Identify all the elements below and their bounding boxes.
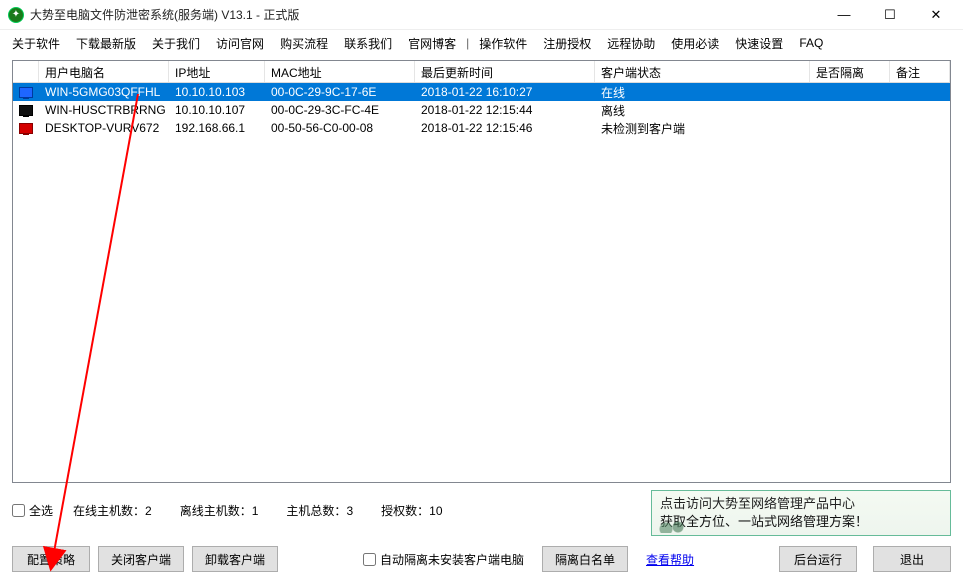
window-title: 大势至电脑文件防泄密系统(服务端) V13.1 - 正式版 xyxy=(30,6,821,23)
col-time[interactable]: 最后更新时间 xyxy=(415,61,595,82)
minimize-button[interactable]: — xyxy=(821,0,867,29)
menu-item[interactable]: 远程协助 xyxy=(599,32,663,55)
online-count: 在线主机数：2 xyxy=(73,502,152,519)
cell-mac: 00-0C-29-9C-17-6E xyxy=(265,84,415,100)
promo-line1: 点击访问大势至网络管理产品中心 xyxy=(660,495,942,513)
cell-name: WIN-5GMG03QFFHL xyxy=(39,84,169,100)
table-header: 用户电脑名 IP地址 MAC地址 最后更新时间 客户端状态 是否隔离 备注 xyxy=(13,61,950,83)
cell-status: 离线 xyxy=(595,101,810,120)
config-policy-button[interactable]: 配置策略 xyxy=(12,546,90,572)
menu-item[interactable]: 关于我们 xyxy=(144,32,208,55)
menu-item[interactable]: 购买流程 xyxy=(272,32,336,55)
select-all-input[interactable] xyxy=(12,504,25,517)
footer: 配置策略 关闭客户端 卸载客户端 自动隔离未安装客户端电脑 隔离白名单 查看帮助… xyxy=(12,544,951,574)
menu-item[interactable]: FAQ xyxy=(791,33,831,53)
menu-item[interactable]: 联系我们 xyxy=(336,32,400,55)
monitor-icon xyxy=(19,105,33,116)
col-isolation[interactable]: 是否隔离 xyxy=(810,61,890,82)
cell-isolation xyxy=(810,109,890,111)
menu-separator: | xyxy=(464,33,471,53)
col-status[interactable]: 客户端状态 xyxy=(595,61,810,82)
maximize-button[interactable]: ☐ xyxy=(867,0,913,29)
auto-isolate-label: 自动隔离未安装客户端电脑 xyxy=(380,551,524,568)
view-help-link[interactable]: 查看帮助 xyxy=(646,551,694,568)
promo-banner[interactable]: 点击访问大势至网络管理产品中心 获取全方位、一站式网络管理方案！ xyxy=(651,490,951,536)
col-note[interactable]: 备注 xyxy=(890,61,950,82)
cell-isolation xyxy=(810,127,890,129)
cell-ip: 192.168.66.1 xyxy=(169,120,265,136)
col-name[interactable]: 用户电脑名 xyxy=(39,61,169,82)
menu-item[interactable]: 官网博客 xyxy=(400,32,464,55)
col-ip[interactable]: IP地址 xyxy=(169,61,265,82)
promo-line2: 获取全方位、一站式网络管理方案！ xyxy=(660,513,942,531)
col-mac[interactable]: MAC地址 xyxy=(265,61,415,82)
menubar: 关于软件下载最新版关于我们访问官网购买流程联系我们官网博客|操作软件注册授权远程… xyxy=(0,30,963,56)
cell-name: WIN-HUSCTRBRRNG xyxy=(39,102,169,118)
cell-status: 未检测到客户端 xyxy=(595,119,810,138)
offline-count: 离线主机数：1 xyxy=(180,502,259,519)
cell-time: 2018-01-22 12:15:46 xyxy=(415,120,595,136)
cell-status: 在线 xyxy=(595,83,810,102)
menu-item[interactable]: 使用必读 xyxy=(663,32,727,55)
menu-item[interactable]: 访问官网 xyxy=(208,32,272,55)
run-background-button[interactable]: 后台运行 xyxy=(779,546,857,572)
menu-item[interactable]: 下载最新版 xyxy=(68,32,144,55)
cell-time: 2018-01-22 16:10:27 xyxy=(415,84,595,100)
cell-name: DESKTOP-VURV672 xyxy=(39,120,169,136)
cell-mac: 00-0C-29-3C-FC-4E xyxy=(265,102,415,118)
select-all-label: 全选 xyxy=(29,502,53,519)
table-row[interactable]: WIN-HUSCTRBRRNG10.10.10.10700-0C-29-3C-F… xyxy=(13,101,950,119)
titlebar: ✦ 大势至电脑文件防泄密系统(服务端) V13.1 - 正式版 — ☐ ✕ xyxy=(0,0,963,30)
col-icon[interactable] xyxy=(13,61,39,82)
auto-isolate-checkbox[interactable]: 自动隔离未安装客户端电脑 xyxy=(363,551,524,568)
cell-mac: 00-50-56-C0-00-08 xyxy=(265,120,415,136)
select-all-checkbox[interactable]: 全选 xyxy=(12,502,53,519)
app-icon: ✦ xyxy=(8,7,24,23)
close-button[interactable]: ✕ xyxy=(913,0,959,29)
exit-button[interactable]: 退出 xyxy=(873,546,951,572)
auth-count: 授权数：10 xyxy=(381,502,442,519)
cell-ip: 10.10.10.107 xyxy=(169,102,265,118)
uninstall-client-button[interactable]: 卸载客户端 xyxy=(192,546,278,572)
monitor-icon xyxy=(19,123,33,134)
cell-ip: 10.10.10.103 xyxy=(169,84,265,100)
total-count: 主机总数：3 xyxy=(286,502,353,519)
cell-isolation xyxy=(810,91,890,93)
client-table: 用户电脑名 IP地址 MAC地址 最后更新时间 客户端状态 是否隔离 备注 WI… xyxy=(12,60,951,483)
menu-item[interactable]: 注册授权 xyxy=(535,32,599,55)
auto-isolate-input[interactable] xyxy=(363,553,376,566)
close-client-button[interactable]: 关闭客户端 xyxy=(98,546,184,572)
monitor-icon xyxy=(19,87,33,98)
table-body: WIN-5GMG03QFFHL10.10.10.10300-0C-29-9C-1… xyxy=(13,83,950,137)
menu-item[interactable]: 快速设置 xyxy=(727,32,791,55)
cell-note xyxy=(890,91,950,93)
table-row[interactable]: WIN-5GMG03QFFHL10.10.10.10300-0C-29-9C-1… xyxy=(13,83,950,101)
menu-item[interactable]: 关于软件 xyxy=(4,32,68,55)
cell-note xyxy=(890,109,950,111)
menu-item[interactable]: 操作软件 xyxy=(471,32,535,55)
cell-time: 2018-01-22 12:15:44 xyxy=(415,102,595,118)
isolate-whitelist-button[interactable]: 隔离白名单 xyxy=(542,546,628,572)
table-row[interactable]: DESKTOP-VURV672192.168.66.100-50-56-C0-0… xyxy=(13,119,950,137)
cell-note xyxy=(890,127,950,129)
